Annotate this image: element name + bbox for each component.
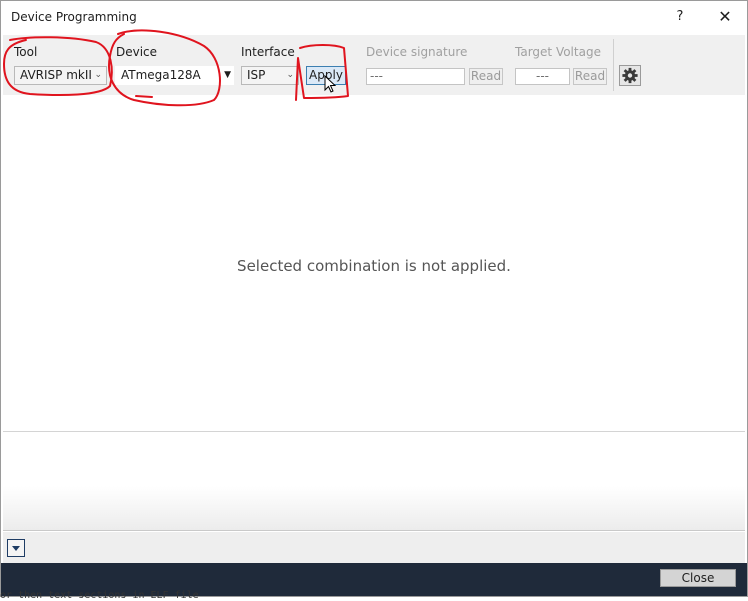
close-button[interactable]: Close [660, 569, 736, 587]
tool-label: Tool [14, 45, 38, 59]
device-label: Device [116, 45, 158, 59]
interface-label: Interface [241, 45, 295, 59]
expander-strip [3, 532, 745, 563]
close-window-button[interactable]: ✕ [711, 5, 739, 29]
window-title: Device Programming [11, 10, 137, 24]
expand-button[interactable] [7, 539, 25, 557]
device-signature-label: Device signature [366, 45, 468, 59]
read-signature-button[interactable]: Read [469, 68, 503, 85]
target-voltage-label: Target Voltage [515, 45, 601, 59]
device-select[interactable]: ATmega128A ▼ [115, 66, 234, 85]
tool-select-value: AVRISP mkII [20, 68, 92, 82]
target-voltage-field: --- [515, 68, 570, 85]
status-message: Selected combination is not applied. [237, 257, 511, 275]
help-button[interactable]: ? [667, 5, 693, 29]
details-panel [3, 431, 745, 531]
mouse-cursor-icon [324, 75, 337, 93]
interface-select[interactable]: ISP ⌄ [241, 66, 299, 85]
main-content: Selected combination is not applied. [3, 95, 745, 431]
triangle-down-icon [12, 546, 20, 551]
interface-select-value: ISP [247, 68, 266, 82]
chevron-down-icon: ⌄ [286, 70, 294, 80]
settings-button[interactable] [619, 65, 641, 86]
gear-icon [622, 67, 638, 84]
device-signature-field: --- [366, 68, 465, 85]
dropdown-arrow-icon: ▼ [224, 70, 231, 80]
title-bar: Device Programming ? ✕ [1, 1, 747, 33]
tool-select[interactable]: AVRISP mkII ⌄ [14, 66, 107, 85]
background-window-text: or then text sections in ELF file [0, 590, 199, 601]
read-voltage-button[interactable]: Read [573, 68, 607, 85]
chevron-down-icon: ⌄ [94, 70, 102, 80]
device-programming-dialog: Device Programming ? ✕ Tool AVRISP mkII … [0, 0, 748, 597]
toolbar-separator [613, 39, 614, 91]
device-select-value: ATmega128A [121, 68, 201, 82]
